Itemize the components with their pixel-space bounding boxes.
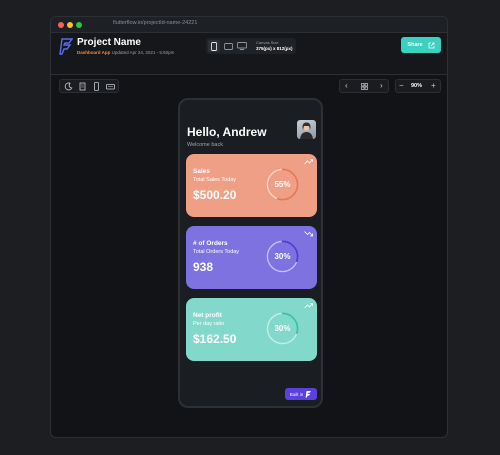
minimize-window-button[interactable] xyxy=(67,22,73,28)
card-subtitle: Total Sales Today xyxy=(193,177,237,183)
avatar-photo-icon xyxy=(300,122,313,139)
greeting-heading: Hello, Andrew xyxy=(187,125,267,139)
card-value: $500.20 xyxy=(193,188,237,202)
view-options xyxy=(59,79,119,93)
phone-icon xyxy=(211,41,217,51)
project-subtitle: Dashboard App Updated Apr 24, 2021 - 5:5… xyxy=(77,50,174,55)
zoom-control: − 90% + xyxy=(395,79,441,93)
tablet-device-button[interactable] xyxy=(222,40,234,52)
tablet-icon xyxy=(223,42,233,50)
desktop-icon xyxy=(237,42,247,50)
card-value: 938 xyxy=(193,260,214,274)
built-in-badge[interactable]: Built in xyxy=(285,388,317,400)
device-selector: Canvas Size 375(px) x 812(px) xyxy=(206,38,296,54)
card-subtitle: Per day ratio xyxy=(193,321,225,327)
trending-down-icon xyxy=(304,231,313,237)
project-type: Dashboard App xyxy=(77,50,111,55)
mobile-view-icon[interactable] xyxy=(92,82,101,91)
sales-card[interactable]: Sales Total Sales Today $500.20 55% xyxy=(186,154,317,217)
phone-device-button[interactable] xyxy=(208,40,220,52)
canvas-size-label: Canvas Size xyxy=(256,40,279,45)
built-in-label: Built in xyxy=(289,391,304,397)
progress-percent: 30% xyxy=(274,324,291,333)
zoom-in-button[interactable]: + xyxy=(431,82,436,90)
grid-icon[interactable] xyxy=(361,83,368,90)
progress-percent: 30% xyxy=(274,252,291,261)
welcome-text: Welcome back xyxy=(187,142,223,148)
maximize-window-button[interactable] xyxy=(76,22,82,28)
progress-percent: 55% xyxy=(274,180,291,189)
project-updated: Updated Apr 24, 2021 - 5:50pm xyxy=(111,50,175,55)
trending-up-icon xyxy=(304,303,313,309)
desktop-device-button[interactable] xyxy=(236,40,248,52)
canvas-size-value: 375(px) x 812(px) xyxy=(256,46,293,51)
phone-preview: Hello, Andrew Welcome back Sales Total S… xyxy=(178,98,323,408)
close-window-button[interactable] xyxy=(58,22,64,28)
card-subtitle: Total Orders Today xyxy=(193,249,240,255)
trending-up-icon xyxy=(304,159,313,165)
card-title: Net profit xyxy=(193,312,222,319)
flutterflow-logo-icon xyxy=(59,38,73,55)
canvas-toolbar: ‹ › − 90% + xyxy=(51,75,447,99)
card-title: # of Orders xyxy=(193,240,228,247)
share-label: Share xyxy=(407,42,423,48)
zoom-out-button[interactable]: − xyxy=(399,82,404,90)
browser-titlebar: flutterflow.io/projectId-name-24221 xyxy=(51,17,447,33)
keyboard-icon[interactable] xyxy=(106,82,115,91)
zoom-level: 90% xyxy=(411,83,423,89)
share-button[interactable]: Share xyxy=(401,37,441,53)
flutterflow-mini-logo-icon xyxy=(305,391,312,398)
chevron-left-icon[interactable]: ‹ xyxy=(345,82,348,90)
card-title: Sales xyxy=(193,168,210,175)
card-value: $162.50 xyxy=(193,332,237,346)
orders-card[interactable]: # of Orders Total Orders Today 938 30% xyxy=(186,226,317,289)
external-link-icon xyxy=(428,42,434,48)
profit-card[interactable]: Net profit Per day ratio $162.50 30% xyxy=(186,298,317,361)
user-avatar[interactable] xyxy=(297,120,316,139)
dark-mode-icon[interactable] xyxy=(64,82,73,91)
app-window: flutterflow.io/projectId-name-24221 Proj… xyxy=(50,16,448,438)
address-bar-url[interactable]: flutterflow.io/projectId-name-24221 xyxy=(113,20,197,26)
project-title: Project Name xyxy=(77,37,141,48)
page-navigation: ‹ › xyxy=(339,79,389,93)
preview-icon[interactable] xyxy=(78,82,87,91)
project-header: Project Name Dashboard App Updated Apr 2… xyxy=(51,33,447,75)
chevron-right-icon[interactable]: › xyxy=(380,82,383,90)
